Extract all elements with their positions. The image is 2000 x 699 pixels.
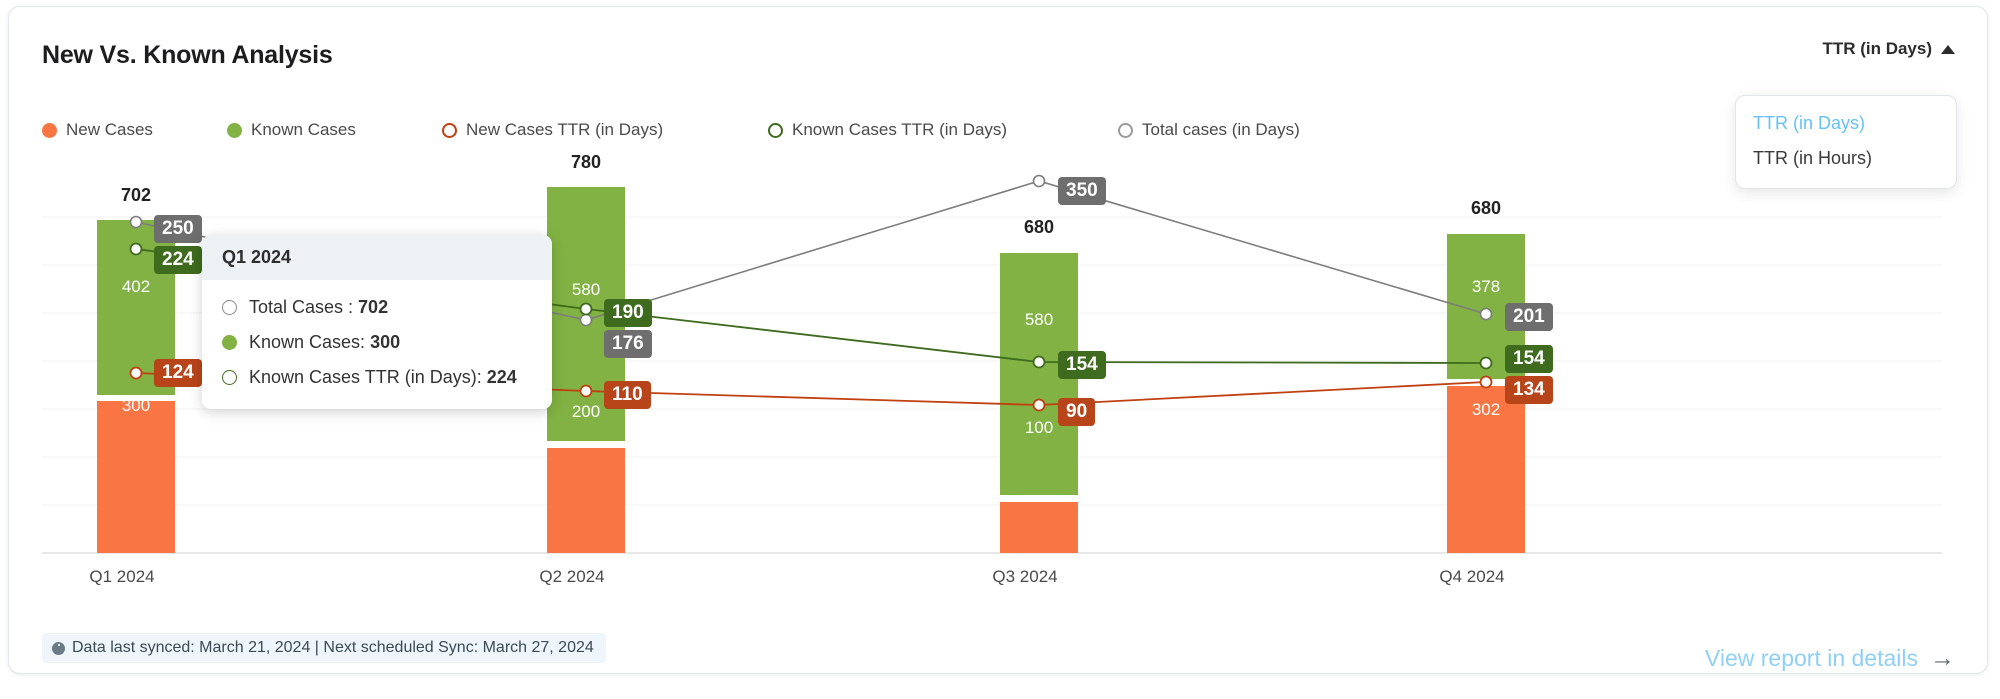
tooltip-value-known-cases: 300 bbox=[370, 332, 400, 353]
bar-total-label-q3: 680 bbox=[1024, 217, 1054, 238]
tooltip-dot-total-cases bbox=[222, 300, 237, 315]
metric-option-hours[interactable]: TTR (in Hours) bbox=[1736, 141, 1956, 176]
legend-swatch-known-cases bbox=[227, 123, 242, 138]
caret-up-icon bbox=[1941, 45, 1955, 54]
legend-swatch-known-cases-ttr bbox=[768, 123, 783, 138]
legend-item-new-cases-ttr[interactable]: New Cases TTR (in Days) bbox=[442, 119, 663, 141]
sync-status-text: Data last synced: March 21, 2024 | Next … bbox=[72, 639, 594, 657]
tooltip-dot-known-cases bbox=[222, 335, 237, 350]
bar-value-new-q3: 100 bbox=[1025, 418, 1053, 438]
metric-selector-button[interactable]: TTR (in Days) bbox=[1822, 39, 1955, 59]
bar-value-known-q3: 580 bbox=[1025, 310, 1053, 330]
legend-item-total-cases[interactable]: Total cases (in Days) bbox=[1118, 119, 1300, 141]
bar-value-new-q4: 302 bbox=[1472, 400, 1500, 420]
tooltip-dot-known-cases-ttr bbox=[222, 370, 237, 385]
bar-value-known-q1: 402 bbox=[122, 277, 150, 297]
sync-status-badge: Data last synced: March 21, 2024 | Next … bbox=[42, 633, 606, 663]
pill-new-ttr-q4: 134 bbox=[1505, 376, 1553, 404]
tooltip-body: Total Cases : 702 Known Cases: 300 Known… bbox=[202, 280, 552, 409]
bar-new-q3[interactable] bbox=[1000, 502, 1078, 553]
pill-total-cases-q3: 350 bbox=[1058, 177, 1106, 205]
tooltip-row-known-cases-ttr: Known Cases TTR (in Days): 224 bbox=[222, 360, 552, 395]
pill-total-cases-q2: 176 bbox=[604, 330, 652, 358]
legend-item-known-cases-ttr[interactable]: Known Cases TTR (in Days) bbox=[768, 119, 1007, 141]
tooltip-row-total-cases: Total Cases : 702 bbox=[222, 290, 552, 325]
legend-swatch-new-cases-ttr bbox=[442, 123, 457, 138]
bar-total-label-q1: 702 bbox=[121, 185, 151, 206]
pill-new-ttr-q3: 90 bbox=[1058, 398, 1095, 426]
x-axis-label-q1: Q1 2024 bbox=[89, 567, 154, 587]
bar-total-label-q2: 780 bbox=[571, 152, 601, 173]
tooltip-title: Q1 2024 bbox=[202, 235, 552, 280]
metric-option-days[interactable]: TTR (in Days) bbox=[1736, 106, 1956, 141]
legend-item-known-cases[interactable]: Known Cases bbox=[227, 119, 356, 141]
bar-value-new-q1: 300 bbox=[122, 396, 150, 416]
pill-total-cases-q1: 250 bbox=[154, 215, 202, 243]
pill-new-ttr-q2: 110 bbox=[604, 381, 651, 409]
metric-selector-value: TTR (in Days) bbox=[1822, 39, 1932, 59]
tooltip-label-known-cases-ttr: Known Cases TTR (in Days): bbox=[249, 367, 482, 388]
info-icon bbox=[52, 642, 65, 655]
pill-total-cases-q4: 201 bbox=[1505, 303, 1553, 331]
legend-label-known-cases: Known Cases bbox=[251, 120, 356, 140]
x-axis-label-q3: Q3 2024 bbox=[992, 567, 1057, 587]
bar-new-q1[interactable] bbox=[97, 401, 175, 553]
metric-dropdown-menu[interactable]: TTR (in Days) TTR (in Hours) bbox=[1735, 95, 1957, 189]
view-report-link[interactable]: View report in details → bbox=[1705, 645, 1955, 672]
legend-label-new-cases-ttr: New Cases TTR (in Days) bbox=[466, 120, 663, 140]
pill-new-ttr-q1: 124 bbox=[154, 359, 202, 387]
bar-value-known-q2: 580 bbox=[572, 280, 600, 300]
legend-label-known-cases-ttr: Known Cases TTR (in Days) bbox=[792, 120, 1007, 140]
legend-swatch-total-cases bbox=[1118, 123, 1133, 138]
tooltip-value-total-cases: 702 bbox=[358, 297, 388, 318]
tooltip-row-known-cases: Known Cases: 300 bbox=[222, 325, 552, 360]
legend-label-total-cases: Total cases (in Days) bbox=[1142, 120, 1300, 140]
pill-known-ttr-q4: 154 bbox=[1505, 345, 1553, 373]
page-title: New Vs. Known Analysis bbox=[42, 41, 333, 70]
tooltip-label-known-cases: Known Cases: bbox=[249, 332, 365, 353]
bar-new-q2[interactable] bbox=[547, 448, 625, 553]
bar-total-label-q4: 680 bbox=[1471, 198, 1501, 219]
pill-known-ttr-q2: 190 bbox=[604, 299, 652, 327]
pill-known-ttr-q3: 154 bbox=[1058, 351, 1106, 379]
pill-known-ttr-q1: 224 bbox=[154, 246, 202, 274]
bar-value-known-q4: 378 bbox=[1472, 277, 1500, 297]
legend-swatch-new-cases bbox=[42, 123, 57, 138]
chart-card: New Vs. Known Analysis New Cases Known C… bbox=[8, 6, 1988, 674]
arrow-right-icon: → bbox=[1930, 646, 1955, 671]
chart-tooltip: Q1 2024 Total Cases : 702 Known Cases: 3… bbox=[202, 235, 552, 409]
x-axis-label-q4: Q4 2024 bbox=[1439, 567, 1504, 587]
legend-item-new-cases[interactable]: New Cases bbox=[42, 119, 153, 141]
tooltip-label-total-cases: Total Cases : bbox=[249, 297, 353, 318]
view-report-label: View report in details bbox=[1705, 645, 1918, 672]
legend-label-new-cases: New Cases bbox=[66, 120, 153, 140]
tooltip-value-known-cases-ttr: 224 bbox=[487, 367, 517, 388]
bar-value-new-q2: 200 bbox=[572, 402, 600, 422]
x-axis-label-q2: Q2 2024 bbox=[539, 567, 604, 587]
